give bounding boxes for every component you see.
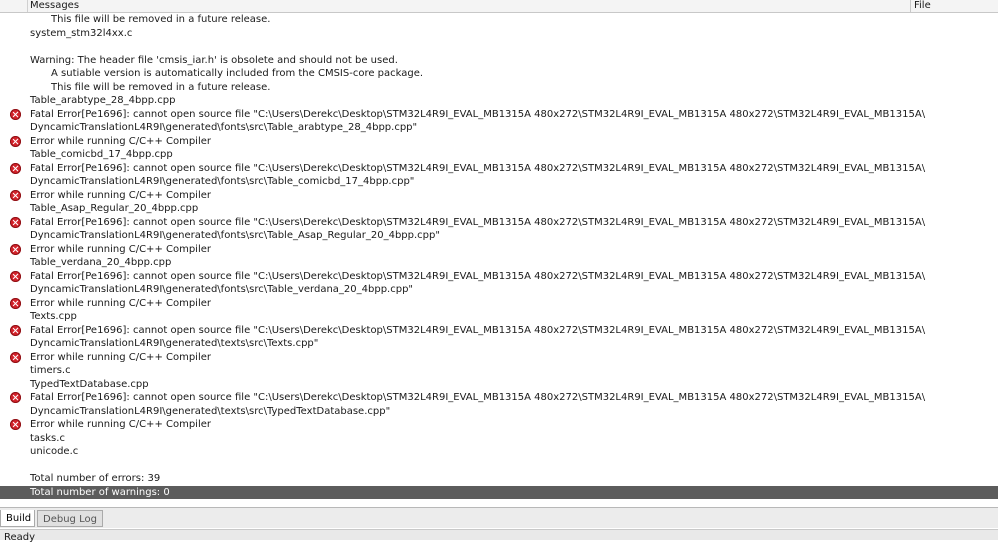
message-row[interactable]: This file will be removed in a future re… <box>0 81 998 95</box>
message-row[interactable]: unicode.c <box>0 445 998 459</box>
message-row[interactable]: system_stm32l4xx.c <box>0 27 998 41</box>
message-text: Error while running C/C++ Compiler <box>30 135 212 147</box>
message-row[interactable]: Table_comicbd_17_4bpp.cpp <box>0 148 998 162</box>
tab-debug-log[interactable]: Debug Log <box>37 510 103 527</box>
messages-header: Messages File <box>0 0 998 13</box>
message-text: Fatal Error[Pe1696]: cannot open source … <box>30 162 926 174</box>
error-message-row[interactable]: Fatal Error[Pe1696]: cannot open source … <box>0 162 998 176</box>
message-text: Error while running C/C++ Compiler <box>30 351 212 363</box>
error-message-row[interactable]: Fatal Error[Pe1696]: cannot open source … <box>0 270 998 284</box>
message-text: This file will be removed in a future re… <box>51 81 271 93</box>
message-text: DyncamicTranslationL4R9I\generated\fonts… <box>30 176 415 187</box>
error-message-row[interactable]: Error while running C/C++ Compiler <box>0 297 998 311</box>
build-messages-list[interactable]: This file will be removed in a future re… <box>0 13 998 501</box>
message-text: TypedTextDatabase.cpp <box>30 378 149 390</box>
error-message-row[interactable]: Error while running C/C++ Compiler <box>0 351 998 365</box>
message-text: Fatal Error[Pe1696]: cannot open source … <box>30 108 926 120</box>
column-divider[interactable] <box>910 0 911 12</box>
message-text: DyncamicTranslationL4R9I\generated\fonts… <box>30 230 440 241</box>
error-icon <box>10 135 21 147</box>
message-row[interactable]: tasks.c <box>0 432 998 446</box>
message-text: A sutiable version is automatically incl… <box>51 68 424 79</box>
message-row[interactable]: Texts.cpp <box>0 310 998 324</box>
message-text: Error while running C/C++ Compiler <box>30 243 212 255</box>
error-icon <box>10 392 21 403</box>
error-message-row[interactable]: Fatal Error[Pe1696]: cannot open source … <box>0 324 998 338</box>
messages-column-header[interactable]: Messages <box>30 0 79 12</box>
message-row[interactable] <box>0 40 998 54</box>
error-icon <box>10 324 21 336</box>
message-text: system_stm32l4xx.c <box>30 27 133 39</box>
message-text: Texts.cpp <box>30 311 77 322</box>
message-row[interactable] <box>0 459 998 473</box>
file-column-header[interactable]: File <box>914 0 931 12</box>
message-text: Error while running C/C++ Compiler <box>30 189 212 201</box>
message-text: Table_Asap_Regular_20_4bpp.cpp <box>30 203 199 214</box>
message-row[interactable]: A sutiable version is automatically incl… <box>0 67 998 81</box>
message-text: Total number of warnings: 0 <box>30 486 170 498</box>
error-icon <box>10 297 21 309</box>
message-row[interactable]: TypedTextDatabase.cpp <box>0 378 998 392</box>
message-row[interactable]: timers.c <box>0 364 998 378</box>
message-text: Error while running C/C++ Compiler <box>30 419 212 430</box>
tab-build[interactable]: Build <box>0 510 35 527</box>
message-text: Fatal Error[Pe1696]: cannot open source … <box>30 392 926 403</box>
error-message-row[interactable]: Fatal Error[Pe1696]: cannot open source … <box>0 391 998 405</box>
message-text: Table_comicbd_17_4bpp.cpp <box>30 149 173 160</box>
message-text: DyncamicTranslationL4R9I\generated\fonts… <box>30 284 414 295</box>
message-row[interactable]: Total number of warnings: 0 <box>0 485 998 499</box>
message-row[interactable]: Total number of errors: 39 <box>0 472 998 486</box>
message-text: DyncamicTranslationL4R9I\generated\fonts… <box>30 122 418 133</box>
error-icon <box>10 162 21 174</box>
error-icon <box>10 189 21 201</box>
error-message-row[interactable]: Error while running C/C++ Compiler <box>0 418 998 432</box>
error-icon <box>10 351 21 363</box>
message-row[interactable]: DyncamicTranslationL4R9I\generated\fonts… <box>0 283 998 297</box>
message-text: unicode.c <box>30 446 79 457</box>
message-text: Error while running C/C++ Compiler <box>30 297 212 309</box>
output-tab-bar: Build Debug Log <box>0 507 998 528</box>
message-row[interactable]: DyncamicTranslationL4R9I\generated\texts… <box>0 337 998 351</box>
status-bar: Ready <box>0 529 998 543</box>
message-row[interactable]: Table_arabtype_28_4bpp.cpp <box>0 94 998 108</box>
error-message-row[interactable]: Error while running C/C++ Compiler <box>0 189 998 203</box>
error-icon <box>10 216 21 228</box>
message-text: Fatal Error[Pe1696]: cannot open source … <box>30 324 926 336</box>
header-grip <box>0 0 28 12</box>
message-text: This file will be removed in a future re… <box>51 14 271 25</box>
error-icon <box>10 108 21 120</box>
message-text: Warning: The header file 'cmsis_iar.h' i… <box>30 54 398 66</box>
message-text: DyncamicTranslationL4R9I\generated\texts… <box>30 338 319 349</box>
message-row[interactable]: This file will be removed in a future re… <box>0 13 998 27</box>
message-row[interactable]: Warning: The header file 'cmsis_iar.h' i… <box>0 54 998 68</box>
message-row[interactable]: DyncamicTranslationL4R9I\generated\fonts… <box>0 175 998 189</box>
message-row[interactable]: Table_Asap_Regular_20_4bpp.cpp <box>0 202 998 216</box>
error-icon <box>10 419 21 430</box>
message-text: Fatal Error[Pe1696]: cannot open source … <box>30 270 926 282</box>
error-icon <box>10 243 21 255</box>
error-icon <box>10 270 21 282</box>
message-text: Table_arabtype_28_4bpp.cpp <box>30 95 176 106</box>
error-message-row[interactable]: Fatal Error[Pe1696]: cannot open source … <box>0 216 998 230</box>
message-row[interactable]: DyncamicTranslationL4R9I\generated\fonts… <box>0 121 998 135</box>
error-message-row[interactable]: Fatal Error[Pe1696]: cannot open source … <box>0 108 998 122</box>
error-message-row[interactable]: Error while running C/C++ Compiler <box>0 243 998 257</box>
message-text: Fatal Error[Pe1696]: cannot open source … <box>30 216 926 228</box>
message-row[interactable]: Table_verdana_20_4bpp.cpp <box>0 256 998 270</box>
message-text: Table_verdana_20_4bpp.cpp <box>30 257 172 268</box>
status-text: Ready <box>4 532 36 543</box>
message-text: tasks.c <box>30 432 65 444</box>
message-text: DyncamicTranslationL4R9I\generated\texts… <box>30 405 391 417</box>
message-row[interactable]: DyncamicTranslationL4R9I\generated\fonts… <box>0 229 998 243</box>
message-text: timers.c <box>30 365 71 376</box>
message-text: Total number of errors: 39 <box>30 473 161 484</box>
message-row[interactable]: DyncamicTranslationL4R9I\generated\texts… <box>0 405 998 419</box>
error-message-row[interactable]: Error while running C/C++ Compiler <box>0 135 998 149</box>
